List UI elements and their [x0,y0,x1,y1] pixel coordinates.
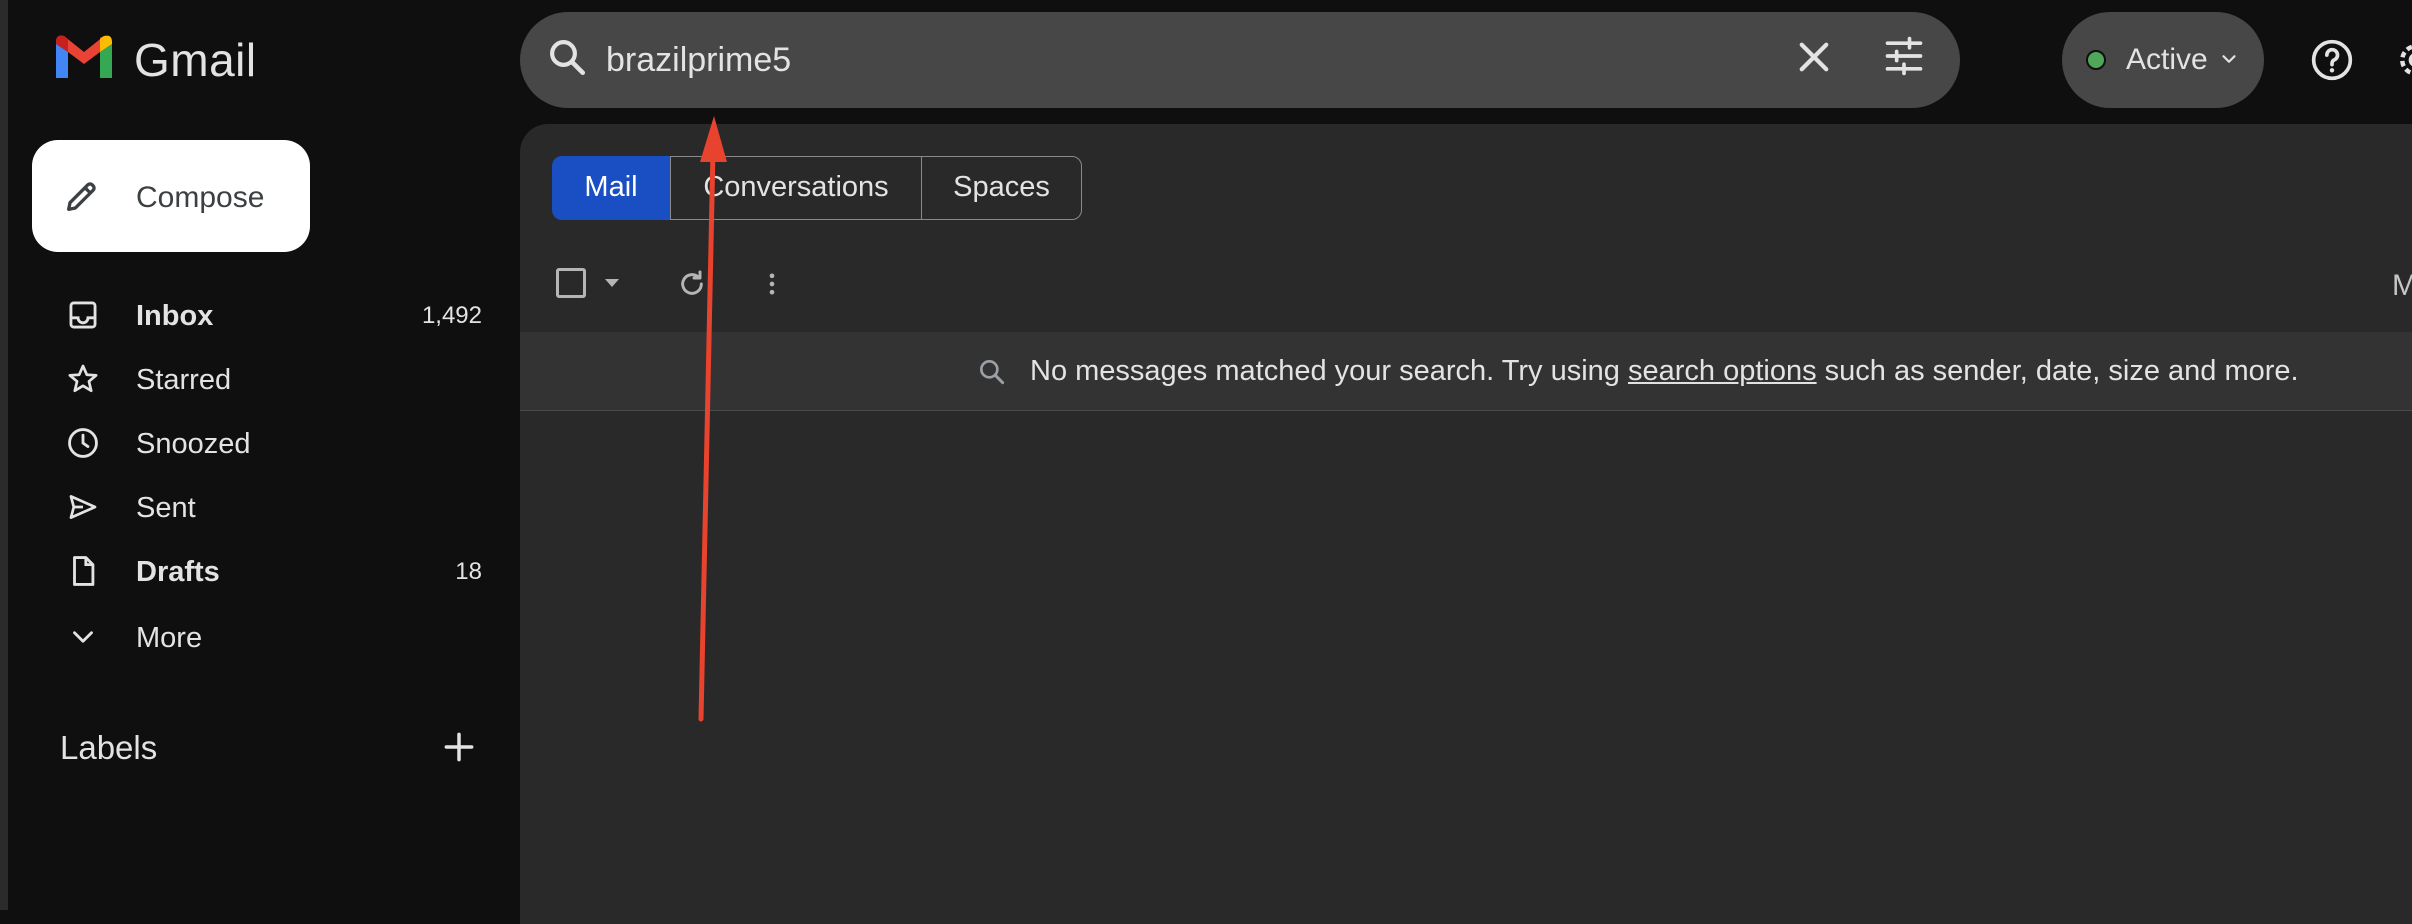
sidebar-item-label: More [136,620,202,656]
close-icon[interactable] [1793,36,1835,78]
gmail-logo-icon[interactable] [52,34,116,82]
toolbar-truncated-text: M [2392,266,2412,306]
sidebar-item-inbox[interactable]: Inbox 1,492 [52,286,482,346]
sidebar-item-more[interactable]: More [52,608,482,668]
sidebar-item-snoozed[interactable]: Snoozed [52,414,482,474]
search-options-icon[interactable] [1882,34,1926,78]
sidebar-item-label: Starred [136,362,231,398]
tab-mail[interactable]: Mail [552,156,670,220]
sidebar-item-label: Snoozed [136,426,251,462]
sidebar-item-label: Drafts [136,554,220,590]
unread-count: 1,492 [422,300,482,332]
empty-state-message: No messages matched your search. Try usi… [1030,353,2299,389]
draft-count: 18 [455,556,482,588]
tab-conversations[interactable]: Conversations [670,156,922,220]
sidebar-item-drafts[interactable]: Drafts 18 [52,542,482,602]
more-vertical-icon[interactable] [758,268,786,300]
star-icon [66,362,100,396]
compose-label[interactable]: Compose [136,178,264,218]
app-title[interactable]: Gmail [134,30,257,90]
caret-down-icon[interactable] [602,276,622,290]
inbox-icon [66,298,100,332]
refresh-icon[interactable] [676,268,708,300]
sidebar-item-starred[interactable]: Starred [52,350,482,410]
status-dot-icon [2086,50,2106,70]
clock-icon [66,426,100,460]
sidebar-item-label: Inbox [136,298,213,334]
chevron-down-icon [66,620,100,654]
search-options-link[interactable]: search options [1628,355,1817,387]
search-input[interactable] [606,20,1756,100]
sidebar-item-label: Sent [136,490,196,526]
pencil-icon[interactable] [62,176,102,216]
window-edge [0,0,8,910]
empty-state-suffix: such as sender, date, size and more. [1817,355,2299,387]
tab-spaces[interactable]: Spaces [921,156,1082,220]
help-icon[interactable] [2310,38,2354,82]
search-icon [976,356,1008,388]
select-all-checkbox[interactable] [556,268,586,298]
gear-icon[interactable] [2394,38,2412,82]
plus-icon[interactable] [440,728,478,766]
status-label[interactable]: Active [2126,40,2208,80]
sidebar-item-sent[interactable]: Sent [52,478,482,538]
draft-icon [66,554,100,588]
search-icon[interactable] [546,36,588,78]
labels-heading: Labels [60,726,157,770]
chevron-down-icon[interactable] [2218,48,2240,70]
empty-state-prefix: No messages matched your search. Try usi… [1030,355,1628,387]
main-panel [520,124,2412,924]
send-icon [66,490,100,524]
